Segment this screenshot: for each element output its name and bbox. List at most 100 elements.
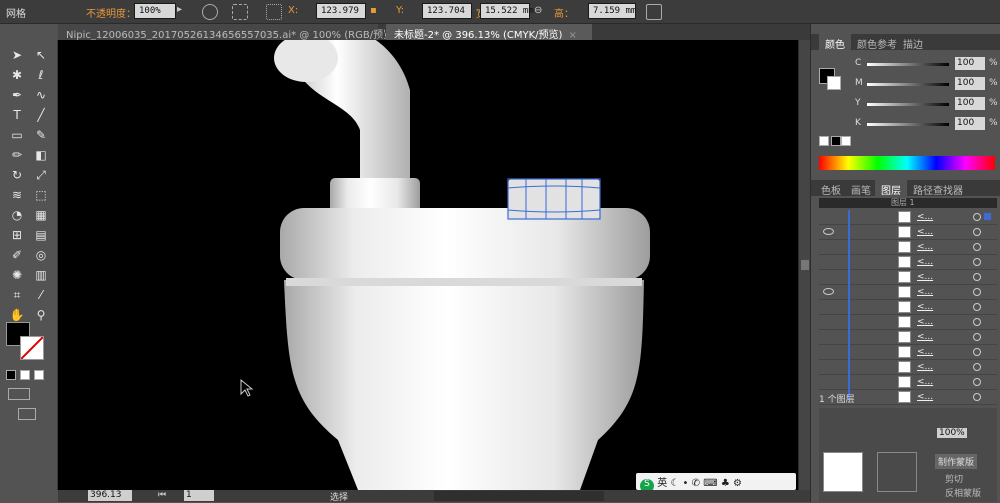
type-icon[interactable]: T <box>6 106 28 124</box>
x-input[interactable]: 123.979 <box>316 3 366 19</box>
layer-row[interactable]: <... <box>819 270 997 285</box>
color-mode-icon[interactable] <box>6 370 16 380</box>
layer-item-name[interactable]: <... <box>917 257 933 267</box>
target-icon[interactable] <box>973 348 981 356</box>
white-swatch[interactable] <box>841 136 851 146</box>
column-graph-icon[interactable]: ▥ <box>30 266 52 284</box>
free-transform-icon[interactable]: ⬚ <box>30 186 52 204</box>
invert-mask-label[interactable]: 反相蒙版 <box>945 486 981 499</box>
gradient-mode-icon[interactable] <box>20 370 30 380</box>
transform-icon[interactable] <box>646 4 662 20</box>
tab-color-guide[interactable]: 颜色参考 <box>851 34 903 51</box>
stroke-swatch[interactable] <box>20 336 44 360</box>
target-icon[interactable] <box>973 333 981 341</box>
tab-layers[interactable]: 图层 <box>875 180 907 197</box>
none-mode-icon[interactable] <box>34 370 44 380</box>
make-mask-button[interactable]: 制作蒙版 <box>935 454 978 469</box>
tab-swatches[interactable]: 色板 <box>815 180 847 197</box>
slice-icon[interactable]: ⁄ <box>30 286 52 304</box>
target-icon[interactable] <box>973 288 981 296</box>
layer-item-name[interactable]: <... <box>917 272 933 282</box>
eraser-icon[interactable]: ◧ <box>30 146 52 164</box>
artboard-canvas[interactable]: S 英 ☾ • ✆ ⌨ ♣ ⚙ <box>58 40 798 490</box>
page-input[interactable]: 1 <box>184 490 214 501</box>
vertical-scrollbar[interactable] <box>798 40 810 490</box>
tab-document-2[interactable]: 未标题-2* @ 396.13% (CMYK/预览) × <box>386 24 592 41</box>
horizontal-scrollbar[interactable] <box>434 491 604 501</box>
layer-row[interactable]: <... <box>819 240 997 255</box>
target-icon[interactable] <box>973 228 981 236</box>
color-spectrum[interactable] <box>819 156 995 170</box>
skin-icon[interactable]: ♣ <box>721 478 730 489</box>
lasso-icon[interactable]: ℓ <box>30 66 52 84</box>
layer-item-name[interactable]: <... <box>917 332 933 342</box>
layer-row[interactable]: <... <box>819 255 997 270</box>
perspective-icon[interactable]: ▦ <box>30 206 52 224</box>
layer-item-name[interactable]: <... <box>917 212 933 222</box>
none-color-icon[interactable] <box>819 136 829 146</box>
target-icon[interactable] <box>973 243 981 251</box>
warp-icon[interactable]: ≋ <box>6 186 28 204</box>
artboard-icon[interactable]: ⌗ <box>6 286 28 304</box>
target-icon[interactable] <box>973 273 981 281</box>
eye-icon[interactable] <box>823 288 834 295</box>
layer-row[interactable]: <... <box>819 315 997 330</box>
eye-icon[interactable] <box>823 228 834 235</box>
channel-slider[interactable] <box>867 63 949 66</box>
voice-icon[interactable]: ✆ <box>692 478 700 489</box>
h-input[interactable]: 7.159 mm <box>588 3 636 19</box>
layer-row[interactable]: <... <box>819 330 997 345</box>
layer-item-name[interactable]: <... <box>917 317 933 327</box>
tab-color[interactable]: 颜色 <box>819 34 851 51</box>
keyboard-icon[interactable]: ⌨ <box>703 478 717 489</box>
rectangle-icon[interactable]: ▭ <box>6 126 28 144</box>
ime-lang[interactable]: 英 <box>657 478 667 489</box>
screen-mode-icon[interactable] <box>18 408 36 420</box>
channel-value-input[interactable]: 100 <box>955 97 985 110</box>
layer-row[interactable]: <... <box>819 225 997 240</box>
layer-item-name[interactable]: <... <box>917 362 933 372</box>
layer-item-name[interactable]: <... <box>917 392 933 402</box>
channel-slider[interactable] <box>867 83 949 86</box>
w-input[interactable]: 15.522 mm <box>480 3 534 19</box>
target-icon[interactable] <box>973 318 981 326</box>
color-stroke-swatch[interactable] <box>827 76 841 90</box>
settings-icon[interactable]: ⚙ <box>733 478 742 489</box>
blend-icon[interactable]: ◎ <box>30 246 52 264</box>
layer-row[interactable]: <... <box>819 285 997 300</box>
draw-mode-icon[interactable] <box>8 388 30 400</box>
layer-item-name[interactable]: <... <box>917 242 933 252</box>
align-icon[interactable] <box>232 4 248 20</box>
rotate-icon[interactable]: ↻ <box>6 166 28 184</box>
first-page-icon[interactable]: ⏮ <box>158 490 166 500</box>
pen-icon[interactable]: ✒ <box>6 86 28 104</box>
gradient-icon[interactable]: ▤ <box>30 226 52 244</box>
target-icon[interactable] <box>973 213 981 221</box>
channel-slider[interactable] <box>867 103 949 106</box>
opacity-input[interactable]: 100% <box>134 3 176 19</box>
zoom-icon[interactable]: ⚲ <box>30 306 52 324</box>
style-icon[interactable] <box>202 4 218 20</box>
target-icon[interactable] <box>973 393 981 401</box>
scroll-thumb[interactable] <box>801 260 809 270</box>
layer-item-name[interactable]: <... <box>917 227 933 237</box>
tab-pathfinder[interactable]: 路径查找器 <box>907 180 969 197</box>
tab-stroke[interactable]: 描边 <box>897 34 929 51</box>
shape-builder-icon[interactable]: ◔ <box>6 206 28 224</box>
scale-icon[interactable]: ⤢ <box>30 166 52 184</box>
y-input[interactable]: 123.704 <box>422 3 472 19</box>
line-icon[interactable]: ╱ <box>30 106 52 124</box>
link-icon[interactable]: ⊖ <box>534 5 542 16</box>
curvature-icon[interactable]: ∿ <box>30 86 52 104</box>
target-icon[interactable] <box>973 258 981 266</box>
clip-label[interactable]: 剪切 <box>945 472 963 485</box>
tab-document-1[interactable]: Nipic_12006035_20170526134656557035.ai* … <box>58 24 411 41</box>
paintbrush-icon[interactable]: ✎ <box>30 126 52 144</box>
layer-item-name[interactable]: <... <box>917 377 933 387</box>
transparency-opacity-input[interactable]: 100% <box>937 428 967 438</box>
eyedropper-icon[interactable]: ✐ <box>6 246 28 264</box>
target-icon[interactable] <box>973 303 981 311</box>
black-swatch[interactable] <box>831 136 841 146</box>
layer-item-name[interactable]: <... <box>917 287 933 297</box>
layer-item-name[interactable]: <... <box>917 347 933 357</box>
